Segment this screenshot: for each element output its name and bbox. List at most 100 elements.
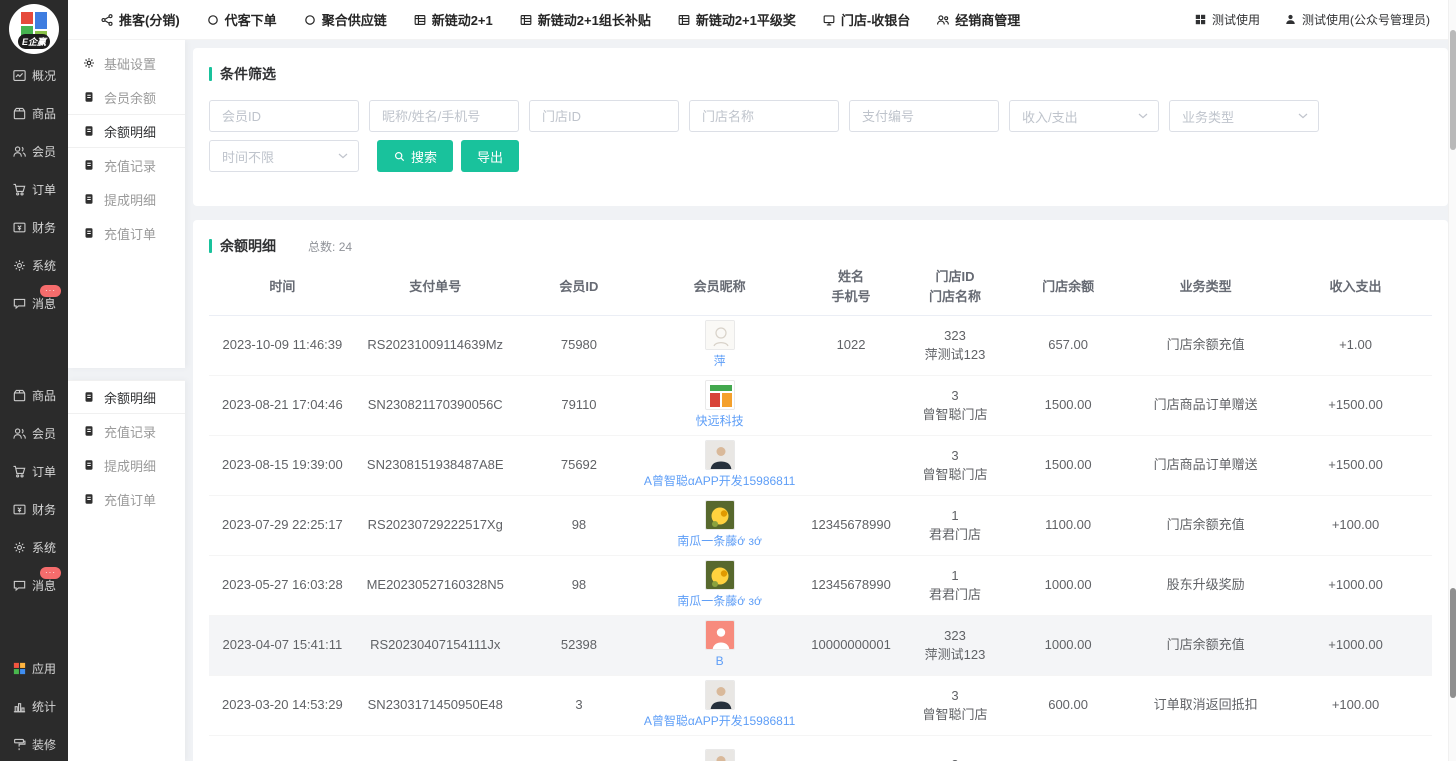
member-nickname-link[interactable]: B <box>716 652 724 670</box>
table-row[interactable]: 2023-05-27 16:03:28 ME20230527160328N5 9… <box>209 555 1432 615</box>
overview-icon <box>12 68 27 83</box>
nav-promoter[interactable]: 推客(分销) <box>100 10 180 29</box>
member-nickname-link[interactable]: 南瓜一条藤ớ ɜớ <box>677 532 762 550</box>
sidebar-item-message[interactable]: 消息··· <box>0 284 68 322</box>
cell-store: 1君君门店 <box>906 495 1004 555</box>
store-id-input[interactable] <box>529 100 679 132</box>
sidebar-item-member[interactable]: 会员 <box>0 414 68 452</box>
app-logo[interactable]: E企赢 <box>9 4 59 54</box>
sidebar-item-overview[interactable]: 概况 <box>0 56 68 94</box>
submenu-item-basic-settings[interactable]: 基础设置 <box>68 46 185 80</box>
table-row-partial[interactable]: 3 <box>209 735 1432 761</box>
workspace-switcher[interactable]: 测试使用 <box>1194 11 1260 28</box>
clipboard-icon <box>82 226 96 240</box>
total-value: 24 <box>339 240 352 254</box>
scrollbar-thumb[interactable] <box>1450 30 1456 150</box>
table-row-highlighted[interactable]: 2023-04-07 15:41:11 RS20230407154111Jx 5… <box>209 615 1432 675</box>
store-name-input[interactable] <box>689 100 839 132</box>
nav-proxy-order[interactable]: 代客下单 <box>206 10 277 29</box>
export-button-label: 导出 <box>477 147 503 166</box>
member-avatar <box>705 680 735 710</box>
clipboard-icon <box>82 458 96 472</box>
time-range-select[interactable]: 时间不限 <box>209 140 359 172</box>
submenu-item-commission-detail[interactable]: 提成明细 <box>68 448 185 482</box>
table-row[interactable]: 2023-07-29 22:25:17 RS20230729222517Xg 9… <box>209 495 1432 555</box>
sidebar-item-message[interactable]: 消息··· <box>0 566 68 604</box>
nav-store-cashier[interactable]: 门店-收银台 <box>822 10 910 29</box>
submenu-item-commission-detail[interactable]: 提成明细 <box>68 182 185 216</box>
sidebar-item-order[interactable]: 订单 <box>0 170 68 208</box>
user-menu[interactable]: 测试使用(公众号管理员) <box>1284 11 1430 28</box>
cart-icon <box>12 182 27 197</box>
submenu-item-balance-detail[interactable]: 余额明细 <box>68 380 185 414</box>
secondary-sidebar: 基础设置 会员余额 余额明细 充值记录 提成明细 充值订单 余额明细 充值记录 … <box>68 40 185 761</box>
cell-store: 3曾智聪门店 <box>906 375 1004 435</box>
nav-chain-leader-subsidy[interactable]: 新链动2+1组长补贴 <box>519 10 651 29</box>
member-nickname-link[interactable]: 南瓜一条藤ớ ɜớ <box>677 592 762 610</box>
sidebar-item-stats[interactable]: 统计 <box>0 687 68 725</box>
pay-no-input[interactable] <box>849 100 999 132</box>
member-nickname-link[interactable]: A曾智聪αAPP开发15986811 <box>644 712 795 730</box>
sidebar-item-goods[interactable]: 商品 <box>0 376 68 414</box>
export-button[interactable]: 导出 <box>461 140 519 172</box>
calendar-icon <box>413 13 427 27</box>
submenu-block-top: 基础设置 会员余额 余额明细 充值记录 提成明细 充值订单 <box>68 40 185 368</box>
cell-biz-type: 门店商品订单赠送 <box>1132 435 1279 495</box>
nickname-input[interactable] <box>369 100 519 132</box>
sidebar-item-system[interactable]: 系统 <box>0 528 68 566</box>
col-time: 时间 <box>209 260 356 315</box>
clipboard-icon <box>82 90 96 104</box>
submenu-item-member-balance[interactable]: 会员余额 <box>68 80 185 114</box>
search-button[interactable]: 搜索 <box>377 140 453 172</box>
submenu-item-recharge-records[interactable]: 充值记录 <box>68 148 185 182</box>
nav-dealer-management[interactable]: 经销商管理 <box>936 10 1020 29</box>
cell-pay-no: RS20230407154111Jx <box>356 615 515 675</box>
nav-supply-chain[interactable]: 聚合供应链 <box>303 10 387 29</box>
submenu-label: 余额明细 <box>104 122 156 141</box>
nav-label: 新链动2+1平级奖 <box>696 10 796 29</box>
cell-amount: +1000.00 <box>1279 555 1432 615</box>
sidebar-item-order[interactable]: 订单 <box>0 452 68 490</box>
scrollbar-thumb[interactable] <box>1450 588 1456 698</box>
cell-time <box>209 735 356 761</box>
sidebar-item-apps[interactable]: 应用 <box>0 649 68 687</box>
submenu-item-recharge-records[interactable]: 充值记录 <box>68 414 185 448</box>
sidebar-item-system[interactable]: 系统 <box>0 246 68 284</box>
biz-type-select[interactable]: 业务类型 <box>1169 100 1319 132</box>
inout-select[interactable]: 收入/支出 <box>1009 100 1159 132</box>
gear-icon <box>82 56 96 70</box>
table-row[interactable]: 2023-08-15 19:39:00 SN2308151938487A8E 7… <box>209 435 1432 495</box>
sidebar-item-finance[interactable]: 财务 <box>0 208 68 246</box>
cell-biz-type <box>1132 735 1279 761</box>
cell-balance: 1000.00 <box>1004 615 1132 675</box>
member-nickname-link[interactable]: 萍 <box>714 352 726 370</box>
submenu-item-balance-detail[interactable]: 余额明细 <box>68 114 185 148</box>
member-nickname-link[interactable]: 快远科技 <box>696 412 744 430</box>
cell-amount: +1.00 <box>1279 315 1432 375</box>
paint-roller-icon <box>12 737 27 752</box>
table-row[interactable]: 2023-08-21 17:04:46 SN230821170390056C 7… <box>209 375 1432 435</box>
chevron-down-icon <box>1138 113 1148 119</box>
cell-biz-type: 门店余额充值 <box>1132 315 1279 375</box>
cell-nickname: B <box>643 615 796 675</box>
vertical-scrollbar <box>1448 0 1456 761</box>
member-nickname-link[interactable]: A曾智聪αAPP开发15986811 <box>644 472 795 490</box>
submenu-item-recharge-orders[interactable]: 充值订单 <box>68 482 185 516</box>
submenu-item-recharge-orders[interactable]: 充值订单 <box>68 216 185 250</box>
sidebar-item-decorate[interactable]: 装修 <box>0 725 68 761</box>
cell-member-id: 98 <box>515 555 643 615</box>
member-id-input[interactable] <box>209 100 359 132</box>
submenu-label: 提成明细 <box>104 190 156 209</box>
table-row[interactable]: 2023-10-09 11:46:39 RS20231009114639Mz 7… <box>209 315 1432 375</box>
sidebar-item-goods[interactable]: 商品 <box>0 94 68 132</box>
nav-chain-2plus1[interactable]: 新链动2+1 <box>413 10 493 29</box>
table-row[interactable]: 2023-03-20 14:53:29 SN2303171450950E48 3… <box>209 675 1432 735</box>
cell-phone <box>796 375 906 435</box>
sidebar-item-member[interactable]: 会员 <box>0 132 68 170</box>
grid-icon <box>1194 13 1207 26</box>
nav-chain-level-award[interactable]: 新链动2+1平级奖 <box>677 10 796 29</box>
calendar-icon <box>519 13 533 27</box>
sidebar-item-finance[interactable]: 财务 <box>0 490 68 528</box>
cell-member-id: 75692 <box>515 435 643 495</box>
member-avatar <box>705 620 735 650</box>
